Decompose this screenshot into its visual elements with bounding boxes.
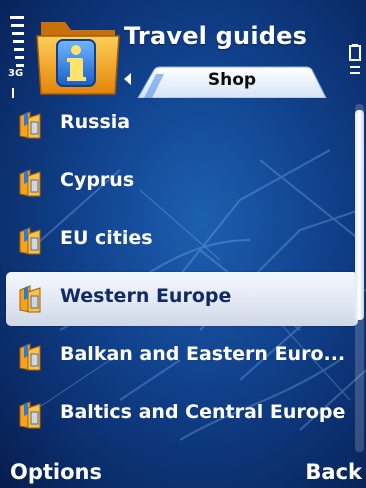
phone-screen: 3G Travel guides Shop Russia Cyprus EU c…	[0, 0, 366, 488]
tab-shop-label: Shop	[207, 70, 257, 90]
list-item[interactable]: Balkan and Eastern Euro...	[6, 330, 358, 384]
options-softkey[interactable]: Options	[10, 460, 102, 484]
list-item[interactable]: Cyprus	[6, 156, 358, 210]
signal-strength-icon	[10, 16, 24, 98]
list-item[interactable]: Baltics and Central Europe	[6, 388, 358, 442]
list-item-label: Russia	[60, 111, 131, 133]
info-folder-icon	[36, 22, 120, 95]
tab-shop[interactable]: Shop	[136, 66, 328, 98]
battery-icon	[349, 44, 361, 74]
network-type-label: 3G	[8, 68, 24, 79]
back-softkey[interactable]: Back	[305, 460, 362, 484]
list-item-label: Balkan and Eastern Euro...	[60, 343, 346, 365]
list-item-label: Baltics and Central Europe	[60, 401, 346, 423]
guide-book-icon	[19, 343, 41, 371]
title-bar: 3G Travel guides Shop	[0, 0, 366, 102]
list-item[interactable]: EU cities	[6, 214, 358, 268]
softkey-bar: Options Back	[0, 458, 366, 488]
guide-book-icon	[19, 111, 41, 139]
guide-book-icon	[19, 401, 41, 429]
scrollbar[interactable]	[355, 104, 364, 452]
guide-book-icon	[19, 285, 41, 313]
guide-book-icon	[19, 169, 41, 197]
list-item-selected[interactable]: Western Europe	[6, 272, 358, 326]
list-item[interactable]: Russia	[6, 98, 358, 152]
tab-left-arrow-icon[interactable]	[122, 72, 132, 86]
list-item-label: Cyprus	[60, 169, 135, 191]
list-item-label: EU cities	[60, 227, 153, 249]
app-title: Travel guides	[124, 22, 308, 50]
scrollbar-thumb[interactable]	[355, 110, 364, 320]
list-item-label: Western Europe	[60, 285, 232, 307]
guide-list: Russia Cyprus EU cities Western Europe B…	[0, 98, 360, 458]
guide-book-icon	[19, 227, 41, 255]
